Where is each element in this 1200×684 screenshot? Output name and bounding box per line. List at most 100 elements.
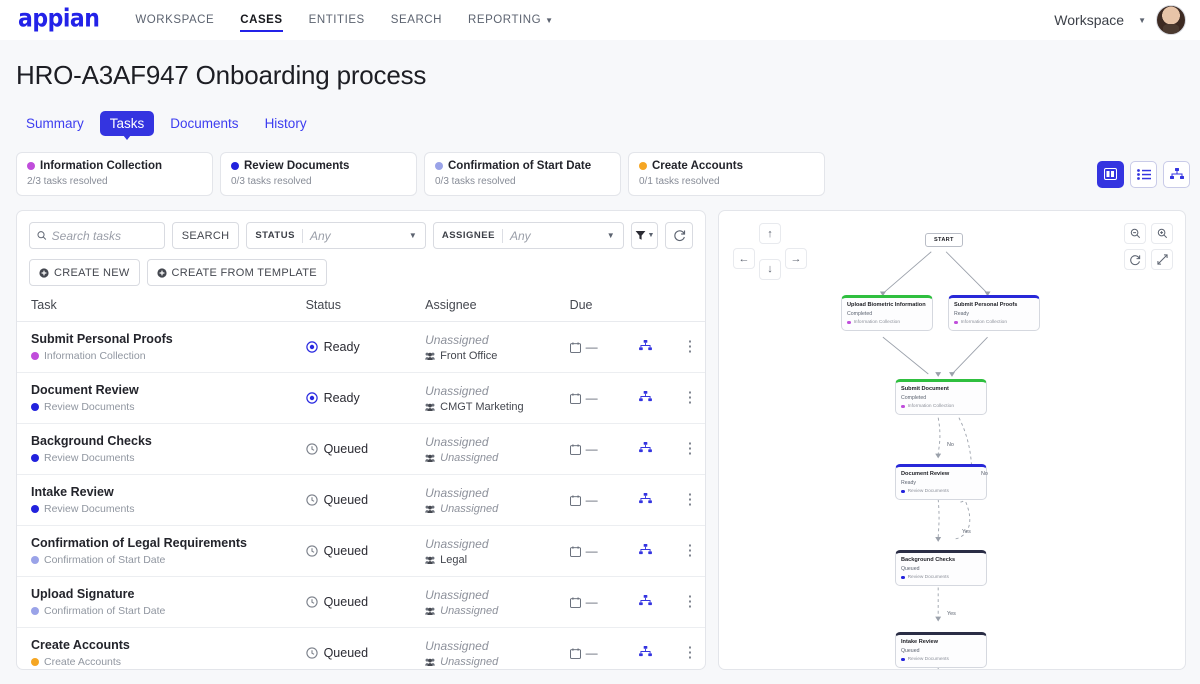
status-filter[interactable]: STATUS Any ▼ xyxy=(246,222,426,249)
task-actions-menu[interactable]: ⋮ xyxy=(675,372,705,424)
task-hierarchy-cell[interactable] xyxy=(639,525,676,577)
node-status: Queued xyxy=(901,647,920,654)
diagram-node-intake-review[interactable]: Intake Review Queued Review Documents xyxy=(895,632,987,668)
edge-label-yes-1: Yes xyxy=(962,529,971,535)
task-category: Create Accounts xyxy=(31,656,306,668)
task-actions-menu[interactable]: ⋮ xyxy=(675,423,705,475)
task-category: Review Documents xyxy=(31,401,306,413)
column-header-assignee[interactable]: Assignee xyxy=(425,298,570,322)
chevron-down-icon: ▼ xyxy=(408,231,417,240)
workspace-switcher-label[interactable]: Workspace xyxy=(1054,12,1124,28)
table-row[interactable]: Background Checks Review Documents Queue… xyxy=(17,423,705,475)
milestone-card-review-documents[interactable]: Review Documents 0/3 tasks resolved xyxy=(220,152,417,196)
divider xyxy=(501,228,503,243)
task-name[interactable]: Submit Personal Proofs xyxy=(31,332,306,346)
table-row[interactable]: Upload Signature Confirmation of Start D… xyxy=(17,576,705,628)
nav-link-cases[interactable]: CASES xyxy=(240,0,284,40)
search-input[interactable] xyxy=(51,228,157,243)
diagram-node-upload-biometric-information[interactable]: Upload Biometric Information Completed I… xyxy=(841,295,933,331)
task-hierarchy-cell[interactable] xyxy=(639,372,676,424)
hierarchy-icon xyxy=(639,646,653,657)
refresh-button[interactable] xyxy=(665,222,693,249)
nav-link-workspace[interactable]: WORKSPACE xyxy=(135,0,214,40)
create-buttons-row: CREATE NEW CREATE FROM TEMPLATE xyxy=(17,249,705,286)
assignee-filter[interactable]: ASSIGNEE Any ▼ xyxy=(432,222,624,249)
nav-link-entities[interactable]: ENTITIES xyxy=(309,0,365,40)
task-actions-menu[interactable]: ⋮ xyxy=(675,525,705,577)
task-actions-menu[interactable]: ⋮ xyxy=(675,576,705,628)
tasks-table-head: Task Status Assignee Due xyxy=(17,298,705,322)
task-cell[interactable]: Confirmation of Legal Requirements Confi… xyxy=(17,525,306,577)
node-color-dot xyxy=(901,404,905,409)
diagram-node-background-checks[interactable]: Background Checks Queued Review Document… xyxy=(895,550,987,586)
diagram-node-document-review[interactable]: Document Review Ready Review Documents xyxy=(895,464,987,500)
diagram-node-start[interactable]: START xyxy=(925,233,963,247)
task-actions-menu[interactable]: ⋮ xyxy=(675,321,705,373)
search-input-wrapper[interactable] xyxy=(29,222,165,249)
status-ready-icon xyxy=(305,341,318,353)
tab-summary[interactable]: Summary xyxy=(16,111,94,136)
workspace-chevron-down-icon[interactable]: ▼ xyxy=(1138,16,1146,25)
task-cell[interactable]: Document Review Review Documents xyxy=(17,372,306,424)
board-view-icon[interactable] xyxy=(1097,160,1124,188)
table-row[interactable]: Submit Personal Proofs Information Colle… xyxy=(17,321,705,373)
task-actions-menu[interactable]: ⋮ xyxy=(675,474,705,526)
table-row[interactable]: Document Review Review Documents Ready U… xyxy=(17,372,705,424)
milestone-card-information-collection[interactable]: Information Collection 2/3 tasks resolve… xyxy=(16,152,213,196)
nav-link-reporting[interactable]: REPORTING ▼ xyxy=(468,0,554,40)
milestone-card-create-accounts[interactable]: Create Accounts 0/1 tasks resolved xyxy=(628,152,825,196)
milestone-color-dot xyxy=(27,162,35,171)
task-due: — xyxy=(569,493,640,507)
task-name[interactable]: Confirmation of Legal Requirements xyxy=(31,536,306,550)
diagram-node-submit-document[interactable]: Submit Document Completed Information Co… xyxy=(895,379,987,415)
task-name[interactable]: Create Accounts xyxy=(31,638,306,652)
node-status: Completed xyxy=(901,394,927,401)
avatar[interactable] xyxy=(1156,5,1186,35)
diagram-canvas[interactable]: START Upload Biometric Information Compl… xyxy=(719,211,1185,669)
advanced-filter-button[interactable]: ▼ xyxy=(630,222,659,249)
task-name[interactable]: Upload Signature xyxy=(31,587,306,601)
task-cell[interactable]: Intake Review Review Documents xyxy=(17,474,306,526)
list-view-icon[interactable] xyxy=(1130,160,1157,188)
nav-link-search[interactable]: SEARCH xyxy=(391,0,442,40)
column-header-task[interactable]: Task xyxy=(17,298,306,322)
tab-history[interactable]: History xyxy=(255,111,317,136)
hierarchy-view-icon[interactable] xyxy=(1163,160,1190,188)
task-cell[interactable]: Create Accounts Create Accounts xyxy=(17,627,306,669)
task-name[interactable]: Intake Review xyxy=(31,485,306,499)
table-row[interactable]: Intake Review Review Documents Queued Un… xyxy=(17,474,705,526)
tab-history-label: History xyxy=(264,116,307,131)
task-category: Confirmation of Start Date xyxy=(31,605,306,617)
node-category-label: Review Documents xyxy=(907,488,949,494)
task-category-label: Confirmation of Start Date xyxy=(44,554,166,566)
task-hierarchy-cell[interactable] xyxy=(639,321,676,373)
task-cell[interactable]: Background Checks Review Documents xyxy=(17,423,306,475)
task-due-label: — xyxy=(585,646,598,660)
node-color-dot xyxy=(901,575,905,580)
create-from-template-button[interactable]: CREATE FROM TEMPLATE xyxy=(146,259,327,286)
column-header-hierarchy xyxy=(639,298,676,322)
column-header-due[interactable]: Due xyxy=(569,298,640,322)
task-hierarchy-cell[interactable] xyxy=(639,423,676,475)
task-hierarchy-cell[interactable] xyxy=(639,627,676,669)
table-row[interactable]: Create Accounts Create Accounts Queued U… xyxy=(17,627,705,669)
task-category: Review Documents xyxy=(31,503,306,515)
task-actions-menu[interactable]: ⋮ xyxy=(675,627,705,669)
tab-tasks[interactable]: Tasks xyxy=(99,111,155,140)
search-button[interactable]: SEARCH xyxy=(171,222,240,249)
task-cell[interactable]: Submit Personal Proofs Information Colle… xyxy=(17,321,306,373)
task-hierarchy-cell[interactable] xyxy=(639,474,676,526)
table-row[interactable]: Confirmation of Legal Requirements Confi… xyxy=(17,525,705,577)
appian-logo[interactable]: appian xyxy=(18,7,100,33)
create-new-button[interactable]: CREATE NEW xyxy=(29,259,140,286)
diagram-node-submit-personal-proofs[interactable]: Submit Personal Proofs Ready Information… xyxy=(948,295,1040,331)
group-icon xyxy=(425,505,436,513)
task-name[interactable]: Document Review xyxy=(31,383,306,397)
task-hierarchy-cell[interactable] xyxy=(639,576,676,628)
status-queued-icon xyxy=(305,647,318,659)
task-name[interactable]: Background Checks xyxy=(31,434,306,448)
milestone-card-confirmation-of-start-date[interactable]: Confirmation of Start Date 0/3 tasks res… xyxy=(424,152,621,196)
tab-documents[interactable]: Documents xyxy=(160,111,248,136)
column-header-status[interactable]: Status xyxy=(305,298,426,322)
task-cell[interactable]: Upload Signature Confirmation of Start D… xyxy=(17,576,306,628)
